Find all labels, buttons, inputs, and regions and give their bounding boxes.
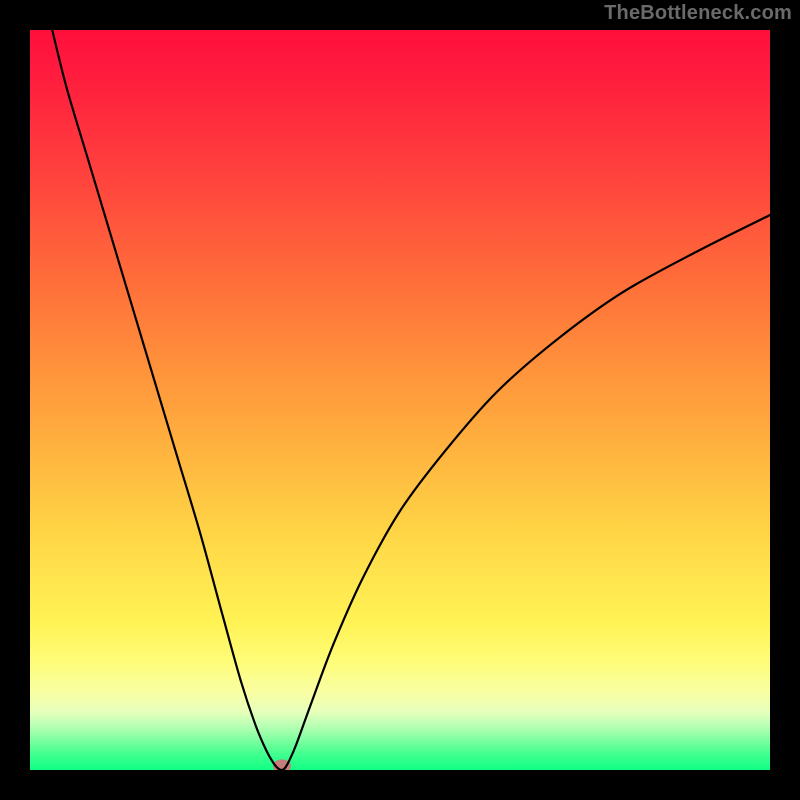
plot-area bbox=[30, 30, 770, 770]
curve-layer bbox=[30, 30, 770, 770]
chart-frame: TheBottleneck.com bbox=[0, 0, 800, 800]
watermark-label: TheBottleneck.com bbox=[604, 2, 792, 25]
bottleneck-curve bbox=[52, 30, 770, 770]
